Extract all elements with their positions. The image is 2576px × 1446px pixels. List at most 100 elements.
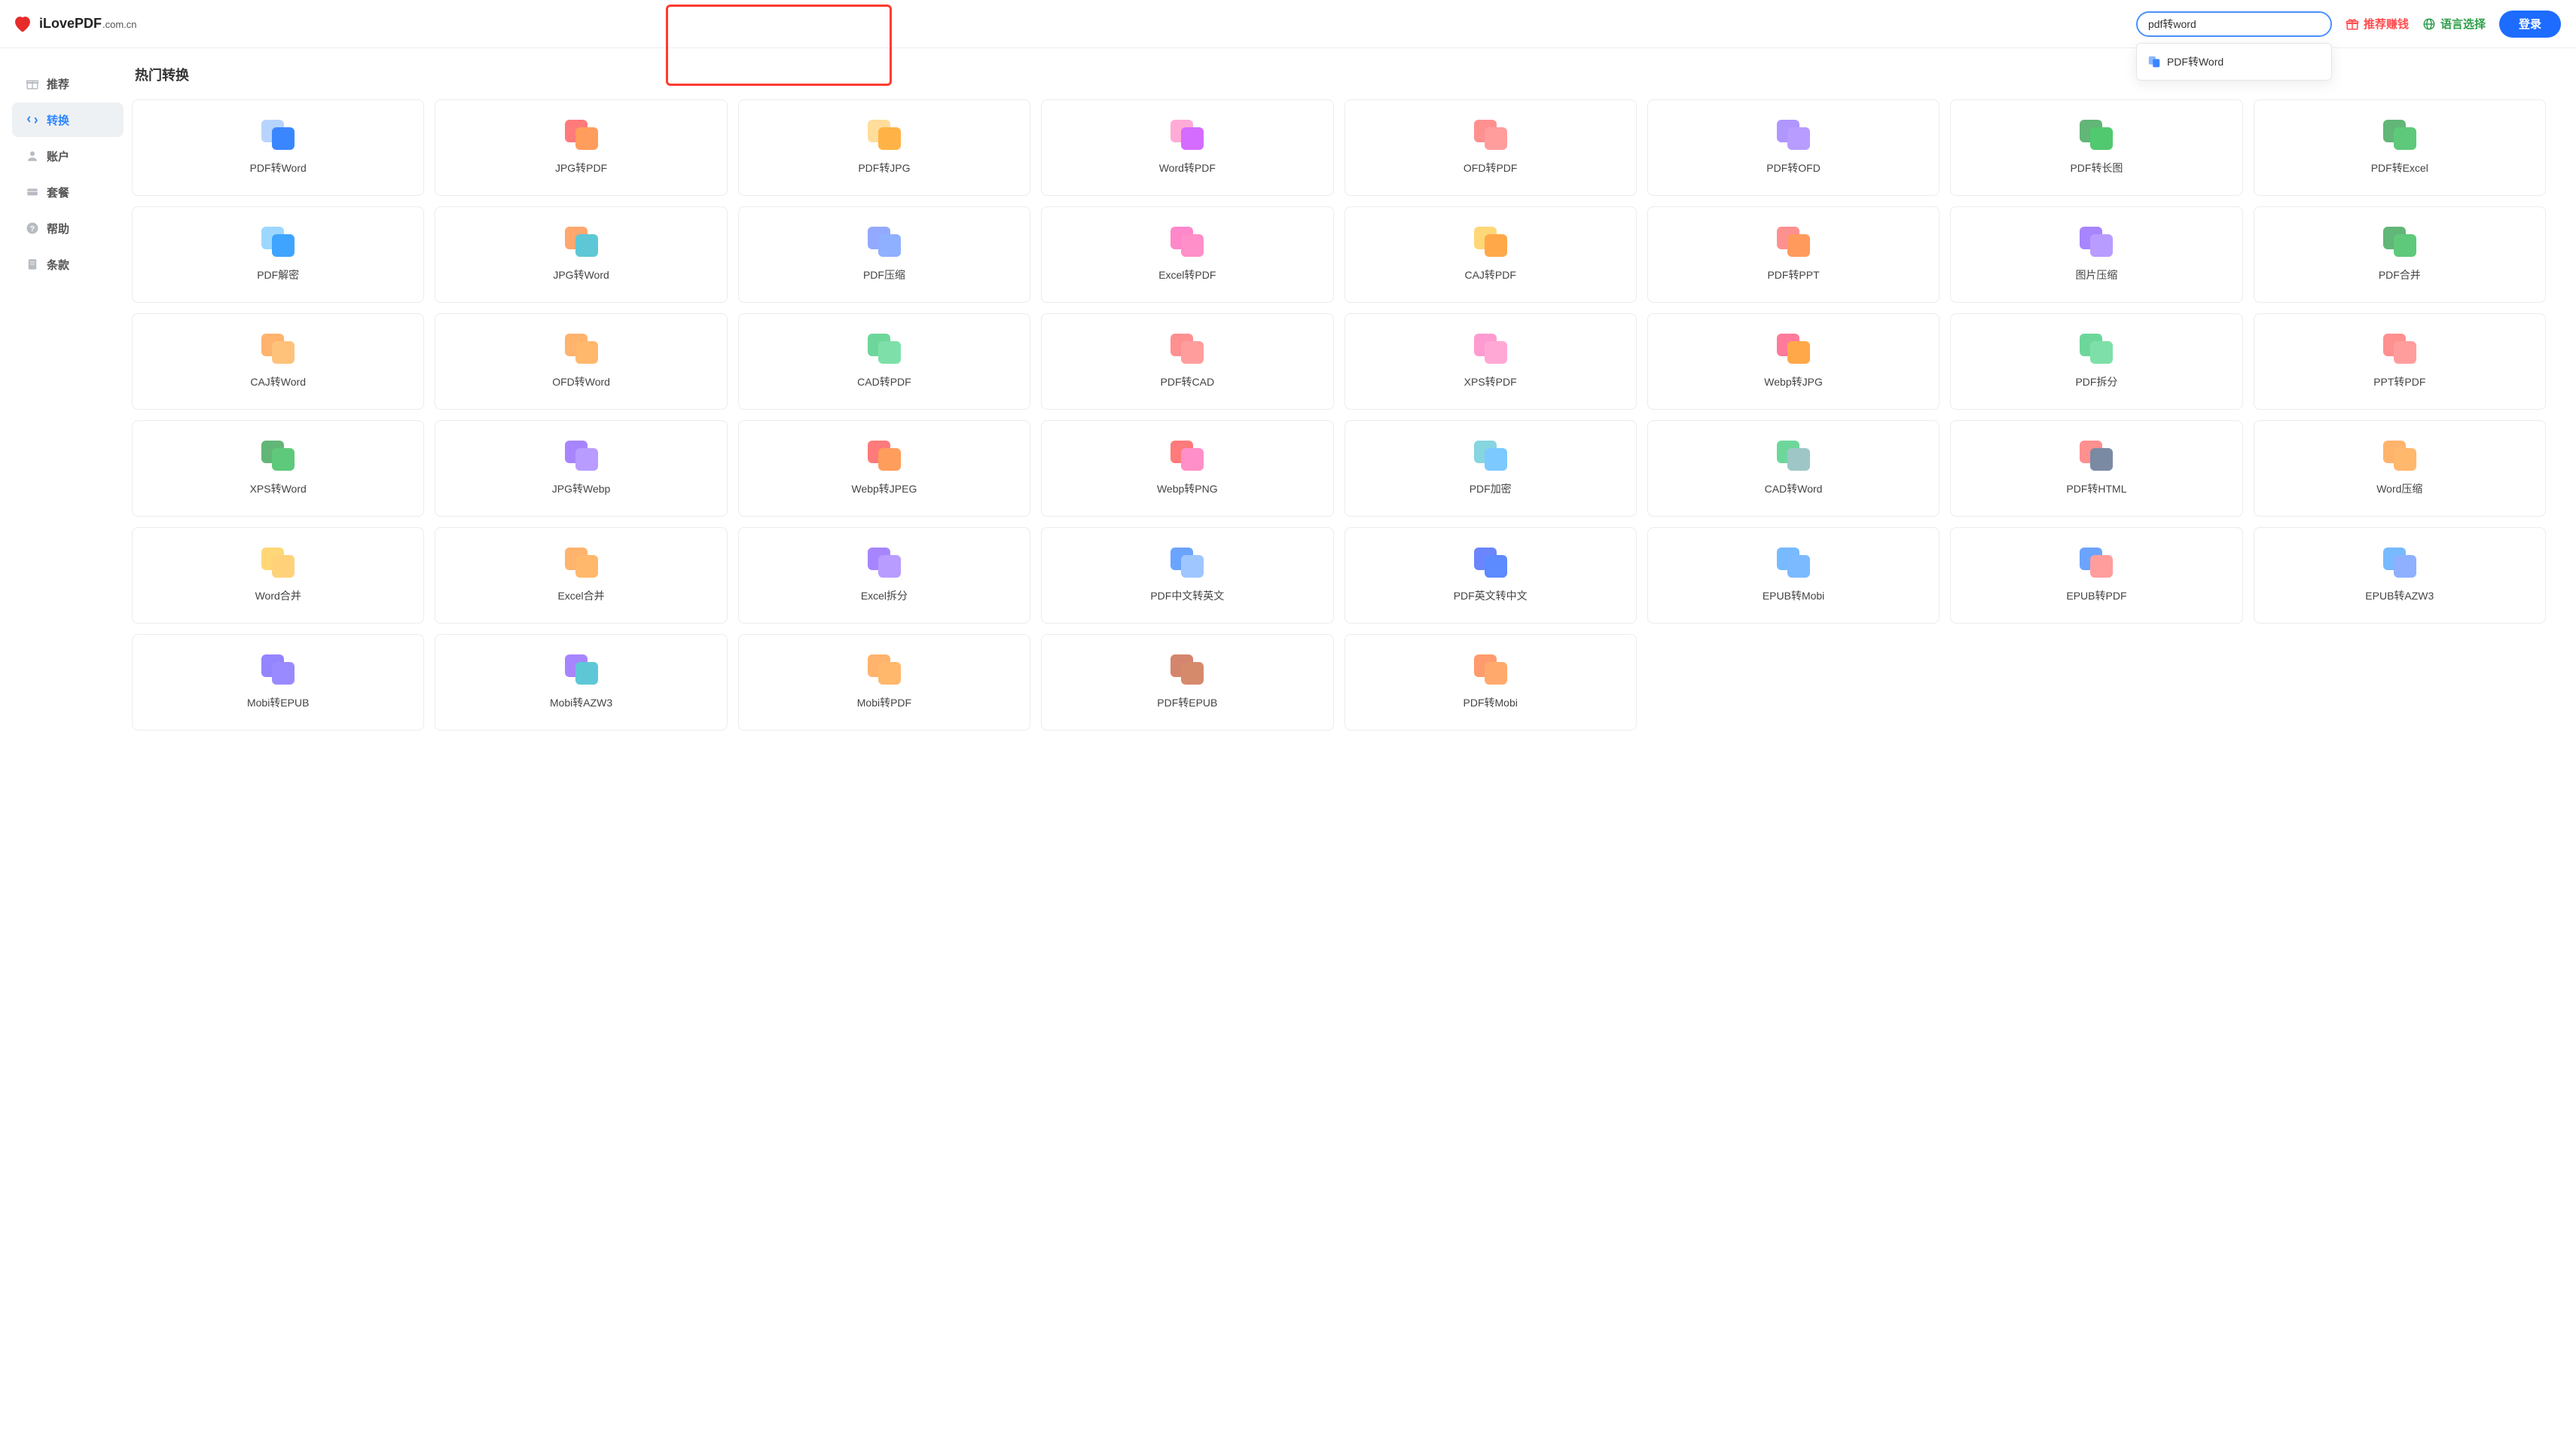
tool-card-27[interactable]: Webp转PNG — [1041, 420, 1333, 517]
tool-label: CAJ转PDF — [1464, 267, 1515, 282]
tool-label: Excel转PDF — [1158, 267, 1216, 282]
tool-card-28[interactable]: PDF加密 — [1344, 420, 1637, 517]
sidebar-item-0[interactable]: 推荐 — [12, 66, 124, 101]
tool-card-42[interactable]: Mobi转PDF — [738, 634, 1030, 731]
tool-icon — [565, 654, 598, 685]
tool-icon — [2080, 227, 2113, 257]
tool-label: Excel合并 — [557, 588, 604, 603]
sidebar-item-3[interactable]: 套餐 — [12, 175, 124, 209]
tool-icon — [261, 654, 295, 685]
login-button[interactable]: 登录 — [2499, 11, 2561, 38]
tool-card-31[interactable]: Word压缩 — [2254, 420, 2546, 517]
tool-card-30[interactable]: PDF转HTML — [1950, 420, 2242, 517]
doc-pair-icon — [2147, 55, 2161, 69]
sidebar-item-4[interactable]: ? 帮助 — [12, 211, 124, 246]
tool-label: OFD转PDF — [1463, 160, 1518, 175]
tool-card-36[interactable]: PDF英文转中文 — [1344, 527, 1637, 624]
tool-card-29[interactable]: CAD转Word — [1647, 420, 1940, 517]
tool-label: Word转PDF — [1159, 160, 1216, 175]
tool-card-4[interactable]: OFD转PDF — [1344, 99, 1637, 196]
tool-card-43[interactable]: PDF转EPUB — [1041, 634, 1333, 731]
tool-icon — [1474, 654, 1507, 685]
tool-card-1[interactable]: JPG转PDF — [435, 99, 727, 196]
tool-card-5[interactable]: PDF转OFD — [1647, 99, 1940, 196]
tools-grid: PDF转WordJPG转PDFPDF转JPG Word转PDF OFD转PDF PDF… — [132, 99, 2546, 731]
tool-label: Webp转JPEG — [851, 481, 917, 496]
search-suggestion-item[interactable]: PDF转Word — [2137, 48, 2331, 75]
tool-card-6[interactable]: PDF转长图 — [1950, 99, 2242, 196]
search-input[interactable] — [2136, 11, 2332, 37]
tool-card-25[interactable]: JPG转Webp — [435, 420, 727, 517]
sidebar-item-2[interactable]: 账户 — [12, 139, 124, 173]
sidebar-item-5[interactable]: 条款 — [12, 247, 124, 282]
sidebar-label: 帮助 — [47, 221, 69, 236]
tool-card-9[interactable]: JPG转Word — [435, 206, 727, 303]
user-icon — [26, 149, 39, 163]
tool-icon — [868, 120, 901, 150]
tool-card-10[interactable]: PDF压缩 — [738, 206, 1030, 303]
tool-card-33[interactable]: Excel合并 — [435, 527, 727, 624]
tool-card-37[interactable]: EPUB转Mobi — [1647, 527, 1940, 624]
tool-label: PDF转EPUB — [1157, 695, 1217, 710]
tool-label: CAD转Word — [1765, 481, 1823, 496]
referral-link[interactable]: 推荐赚钱 — [2346, 16, 2409, 32]
tool-card-23[interactable]: PPT转PDF — [2254, 313, 2546, 410]
tool-icon — [868, 654, 901, 685]
tool-label: Mobi转PDF — [857, 695, 911, 710]
tool-card-12[interactable]: CAJ转PDF — [1344, 206, 1637, 303]
tool-card-40[interactable]: Mobi转EPUB — [132, 634, 424, 731]
tool-card-39[interactable]: EPUB转AZW3 — [2254, 527, 2546, 624]
tool-icon — [261, 441, 295, 471]
tool-label: PDF转长图 — [2070, 160, 2123, 175]
tool-label: JPG转Word — [553, 267, 609, 282]
tool-card-32[interactable]: Word合并 — [132, 527, 424, 624]
tool-card-41[interactable]: Mobi转AZW3 — [435, 634, 727, 731]
tool-card-35[interactable]: PDF中文转英文 — [1041, 527, 1333, 624]
doc-icon — [26, 258, 39, 271]
tool-icon — [261, 227, 295, 257]
tool-icon — [565, 227, 598, 257]
tool-card-7[interactable]: PDF转Excel — [2254, 99, 2546, 196]
tool-card-44[interactable]: PDF转Mobi — [1344, 634, 1637, 731]
brand-logo[interactable]: iLovePDF.com.cn — [12, 14, 137, 35]
tool-label: EPUB转Mobi — [1763, 588, 1824, 603]
tool-card-24[interactable]: XPS转Word — [132, 420, 424, 517]
tool-icon — [1474, 120, 1507, 150]
tool-icon — [2080, 334, 2113, 364]
tool-icon — [261, 334, 295, 364]
help-icon: ? — [26, 221, 39, 235]
tool-card-22[interactable]: PDF拆分 — [1950, 313, 2242, 410]
tool-icon — [1474, 334, 1507, 364]
tool-card-19[interactable]: PDF转CAD — [1041, 313, 1333, 410]
sidebar-item-1[interactable]: 转换 — [12, 102, 124, 137]
tool-card-16[interactable]: CAJ转Word — [132, 313, 424, 410]
tool-icon — [261, 548, 295, 578]
tool-label: PDF合并 — [2379, 267, 2421, 282]
tool-card-14[interactable]: 图片压缩 — [1950, 206, 2242, 303]
tool-icon — [1170, 441, 1204, 471]
tool-card-8[interactable]: PDF解密 — [132, 206, 424, 303]
tool-card-11[interactable]: Excel转PDF — [1041, 206, 1333, 303]
main-content: 热门转换 PDF转WordJPG转PDFPDF转JPGWord转PDFOFD转P… — [124, 48, 2576, 761]
tool-card-26[interactable]: Webp转JPEG — [738, 420, 1030, 517]
tool-icon — [1777, 548, 1810, 578]
tool-card-38[interactable]: EPUB转PDF — [1950, 527, 2242, 624]
tool-card-0[interactable]: PDF转Word — [132, 99, 424, 196]
tool-label: PPT转PDF — [2373, 374, 2425, 389]
tool-label: XPS转Word — [250, 481, 307, 496]
tool-card-15[interactable]: PDF合并 — [2254, 206, 2546, 303]
tool-label: PDF转Mobi — [1463, 695, 1518, 710]
tool-card-3[interactable]: Word转PDF — [1041, 99, 1333, 196]
tool-card-18[interactable]: CAD转PDF — [738, 313, 1030, 410]
tool-icon — [1170, 227, 1204, 257]
tool-card-21[interactable]: Webp转JPG — [1647, 313, 1940, 410]
tool-card-34[interactable]: Excel拆分 — [738, 527, 1030, 624]
tool-icon — [1170, 548, 1204, 578]
tool-card-20[interactable]: XPS转PDF — [1344, 313, 1637, 410]
tool-card-17[interactable]: OFD转Word — [435, 313, 727, 410]
tool-icon — [565, 548, 598, 578]
search-area: PDF转Word — [2136, 11, 2332, 37]
tool-card-2[interactable]: PDF转JPG — [738, 99, 1030, 196]
language-link[interactable]: 语言选择 — [2422, 16, 2486, 32]
tool-card-13[interactable]: PDF转PPT — [1647, 206, 1940, 303]
